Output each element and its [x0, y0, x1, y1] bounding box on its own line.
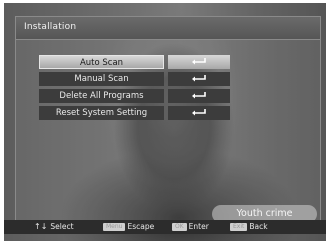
window-title: Installation — [24, 22, 77, 32]
installation-menu-window: Installation Auto Scan Manual Scan Delet… — [15, 16, 321, 223]
title-bar: Installation — [16, 17, 320, 40]
up-down-arrows-icon: ↑↓ — [34, 222, 48, 231]
help-select-label: Select — [50, 222, 74, 231]
menu-item-reset-system-setting[interactable]: Reset System Setting — [39, 106, 230, 120]
return-arrow-icon — [192, 92, 206, 99]
return-arrow-icon — [192, 58, 206, 65]
menu-item-label[interactable]: Delete All Programs — [39, 89, 164, 103]
menu-item-label[interactable]: Reset System Setting — [39, 106, 164, 120]
exit-key-badge: Exit — [230, 223, 248, 231]
ok-key-badge: OK — [172, 223, 187, 231]
menu-item-label[interactable]: Manual Scan — [39, 72, 164, 86]
installation-menu: Auto Scan Manual Scan Delete All Program… — [39, 55, 230, 123]
tv-video-background: Installation Auto Scan Manual Scan Delet… — [4, 3, 326, 241]
menu-item-delete-all-programs[interactable]: Delete All Programs — [39, 89, 230, 103]
help-enter: OK Enter — [172, 220, 209, 234]
help-bar: ↑↓ Select Menu Escape OK Enter Exit Back — [4, 220, 326, 234]
menu-item-manual-scan[interactable]: Manual Scan — [39, 72, 230, 86]
return-arrow-icon — [192, 109, 206, 116]
help-select: ↑↓ Select — [34, 220, 74, 234]
help-enter-label: Enter — [188, 222, 209, 231]
menu-key-badge: Menu — [103, 223, 126, 231]
enter-button[interactable] — [168, 106, 230, 120]
help-back: Exit Back — [230, 220, 268, 234]
return-arrow-icon — [192, 75, 206, 82]
help-back-label: Back — [249, 222, 268, 231]
menu-item-label[interactable]: Auto Scan — [39, 55, 164, 69]
help-escape-label: Escape — [127, 222, 155, 231]
help-escape: Menu Escape — [103, 220, 154, 234]
menu-item-auto-scan[interactable]: Auto Scan — [39, 55, 230, 69]
enter-button[interactable] — [168, 55, 230, 69]
enter-button[interactable] — [168, 72, 230, 86]
enter-button[interactable] — [168, 89, 230, 103]
